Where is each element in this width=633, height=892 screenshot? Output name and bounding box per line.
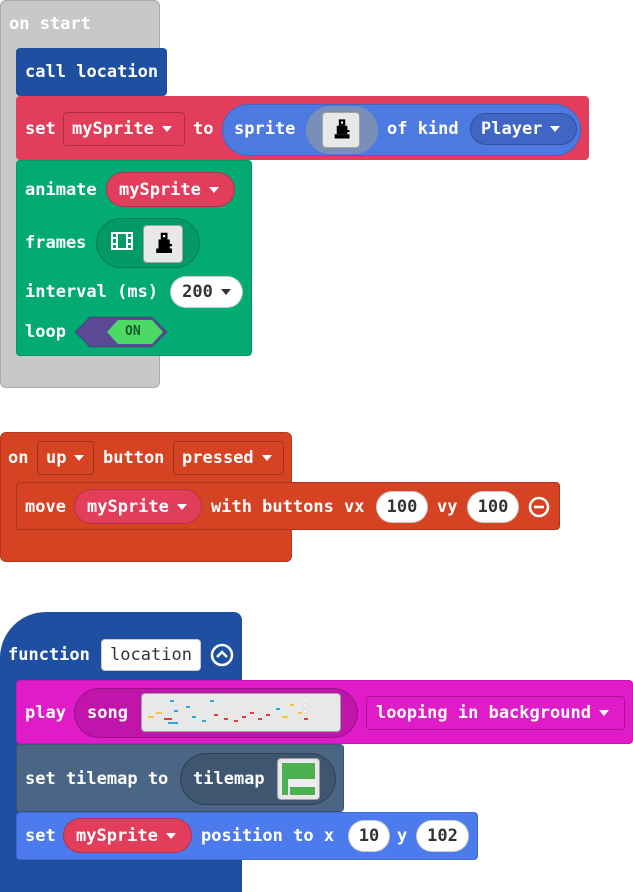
music-notes-icon (148, 697, 308, 724)
set-label: set (25, 119, 56, 139)
chevron-down-icon (261, 455, 272, 461)
sprite-image-thumbnail[interactable] (322, 112, 360, 148)
position-variable-dropdown[interactable]: mySprite (63, 818, 192, 853)
call-function-name: location (76, 62, 159, 82)
player-sprite-icon (156, 232, 172, 253)
to-label: to (193, 119, 214, 139)
on-label: on (8, 448, 29, 468)
loop-label: loop (25, 322, 66, 342)
y-label: y (397, 826, 408, 846)
event-dropdown[interactable]: pressed (173, 441, 284, 475)
button-label: button (103, 448, 165, 468)
play-label: play (25, 703, 66, 723)
tilemap-icon (281, 762, 316, 796)
chevron-down-icon (220, 289, 231, 295)
button-name-dropdown[interactable]: up (37, 441, 94, 475)
interval-dropdown[interactable]: 200 (170, 276, 243, 308)
chevron-down-icon (208, 186, 219, 193)
on-start-label: on start (9, 14, 91, 34)
function-name: location (110, 645, 192, 665)
of-kind-label: of kind (387, 119, 459, 139)
button-name: up (46, 448, 67, 468)
function-name-input[interactable]: location (101, 639, 201, 671)
animate-label: animate (25, 180, 97, 200)
frame-thumbnail[interactable] (143, 225, 183, 263)
position-variable-name: mySprite (76, 825, 158, 846)
x-input[interactable]: 10 (348, 820, 390, 852)
chevron-down-icon (176, 503, 187, 510)
chevron-down-icon (74, 455, 85, 461)
player-sprite-icon (334, 119, 350, 139)
with-buttons-label: with buttons vx (211, 497, 365, 517)
song-label: song (87, 703, 128, 723)
loop-toggle[interactable] (74, 316, 168, 348)
vx-value: 100 (386, 497, 418, 517)
collapse-parameters-icon[interactable] (210, 643, 234, 667)
kind-dropdown[interactable]: Player (470, 113, 577, 145)
set-position-label: set (25, 826, 56, 846)
vx-input[interactable]: 100 (376, 491, 428, 523)
chevron-down-icon (161, 126, 172, 132)
variable-name: mySprite (72, 119, 154, 139)
x-value: 10 (358, 826, 380, 846)
vy-label: vy (437, 497, 458, 517)
event-name: pressed (182, 448, 254, 468)
loop-toggle-label: ON (125, 324, 141, 339)
animate-variable-dropdown[interactable]: mySprite (106, 172, 235, 207)
tilemap-thumbnail[interactable] (277, 758, 320, 800)
film-icon (111, 232, 133, 250)
y-value: 102 (427, 826, 458, 846)
sprite-label: sprite (234, 119, 296, 139)
chevron-down-icon (550, 126, 561, 132)
y-input[interactable]: 102 (416, 820, 469, 852)
animate-variable-name: mySprite (119, 179, 201, 200)
kind-value: Player (481, 119, 543, 139)
chevron-down-icon (165, 832, 176, 839)
tilemap-label: tilemap (193, 769, 265, 789)
variable-dropdown[interactable]: mySprite (63, 112, 185, 146)
playback-mode-dropdown[interactable]: looping in background (366, 696, 625, 730)
function-label: function (8, 645, 90, 665)
set-tilemap-label: set tilemap to (25, 769, 169, 789)
interval-value: 200 (182, 282, 213, 302)
move-label: move (25, 497, 66, 517)
call-label: call (25, 62, 66, 82)
vy-value: 100 (477, 497, 509, 517)
frames-label: frames (25, 233, 87, 253)
move-variable-dropdown[interactable]: mySprite (74, 489, 202, 524)
vy-input[interactable]: 100 (467, 491, 519, 523)
interval-label: interval (ms) (25, 282, 159, 302)
playback-mode: looping in background (376, 703, 591, 723)
remove-parameter-icon[interactable] (528, 496, 550, 518)
move-variable-name: mySprite (87, 496, 169, 517)
song-preview[interactable] (141, 693, 341, 732)
chevron-down-icon (598, 710, 609, 716)
position-to-x-label: position to x (201, 826, 335, 846)
